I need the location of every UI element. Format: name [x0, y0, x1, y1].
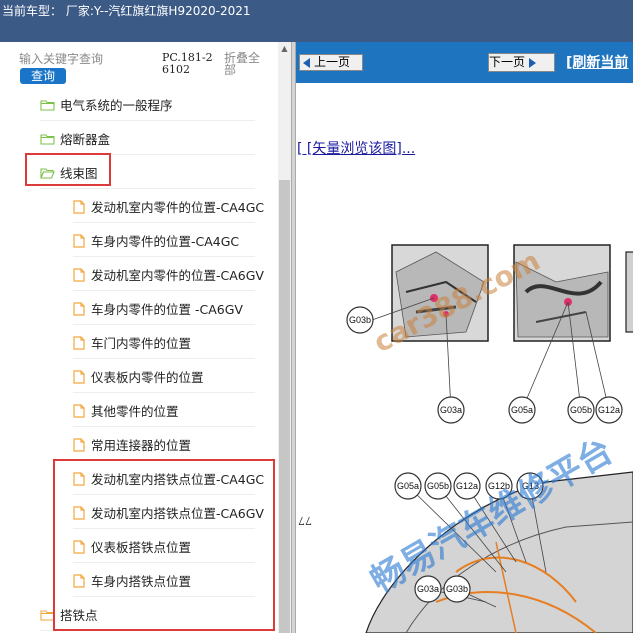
- row-divider: [40, 188, 255, 189]
- callout-g05a-top: G05a: [508, 396, 536, 424]
- svg-text:G03a: G03a: [440, 405, 462, 415]
- highlight-box-harness: [25, 153, 111, 186]
- row-divider: [40, 120, 255, 121]
- tree-item-label: 发动机室内零件的位置-CA4GC: [91, 200, 265, 215]
- header-band: [0, 22, 633, 42]
- tree-item[interactable]: 车身内零件的位置 -CA6GV: [73, 292, 255, 325]
- row-divider: [73, 426, 255, 427]
- scroll-up-icon[interactable]: ▲: [278, 44, 291, 54]
- svg-text:G03a: G03a: [417, 584, 439, 594]
- title-bar: 当前车型： 厂家:Y--汽红旗红旗H92020-2021: [0, 0, 633, 22]
- prev-page-button[interactable]: 上一页: [299, 54, 363, 71]
- collapse-all-button[interactable]: 折叠全部: [224, 52, 268, 76]
- document-icon: [73, 369, 85, 384]
- vector-view-link[interactable]: [ [矢量浏览该图]...: [297, 138, 415, 158]
- svg-text:G03b: G03b: [446, 584, 468, 594]
- document-icon: [73, 335, 85, 350]
- tree-item-label: 电气系统的一般程序: [60, 98, 173, 113]
- tree-item-label: 其他零件的位置: [91, 404, 179, 419]
- tree-item-label: 熔断器盒: [60, 132, 111, 147]
- row-divider: [73, 324, 255, 325]
- svg-text:G05b: G05b: [570, 405, 592, 415]
- search-input[interactable]: [19, 52, 155, 66]
- arrow-left-icon: [303, 57, 310, 68]
- document-icon: [73, 403, 85, 418]
- row-divider: [73, 256, 255, 257]
- navigation-pane: 查询 PC.181-26102 折叠全部 电气系统的一般程序熔断器盒线束图发动机…: [0, 42, 291, 633]
- tree-item[interactable]: 车门内零件的位置: [73, 326, 255, 359]
- callout-g05b-top: G05b: [567, 396, 595, 424]
- callout-g03a-top: G03a: [437, 396, 465, 424]
- callout-g13-bottom: G13: [516, 472, 544, 500]
- tree-item[interactable]: 车身内零件的位置-CA4GC: [73, 224, 255, 257]
- tree-item-label: 车身内零件的位置 -CA6GV: [91, 302, 243, 317]
- tree-item[interactable]: 电气系统的一般程序: [40, 88, 255, 121]
- callout-g03b-top: G03b: [346, 306, 374, 334]
- current-vehicle-label: 当前车型： 厂家:Y--汽红旗红旗H92020-2021: [2, 4, 251, 18]
- svg-text:G13: G13: [522, 481, 539, 491]
- row-divider: [73, 290, 255, 291]
- tree-item[interactable]: 发动机室内零件的位置-CA4GC: [73, 190, 264, 223]
- tree-item-label: 发动机室内零件的位置-CA6GV: [91, 268, 264, 283]
- viewer-toolbar: 上一页 下一页 [刷新当前: [296, 42, 633, 83]
- row-divider: [73, 222, 255, 223]
- svg-text:G03b: G03b: [349, 315, 371, 325]
- tree-item[interactable]: 常用连接器的位置: [73, 428, 255, 461]
- svg-text:G05b: G05b: [427, 481, 449, 491]
- engine-photo-2: [513, 244, 611, 342]
- page-number: 77: [298, 514, 312, 527]
- arrow-right-icon: [529, 57, 537, 68]
- callout-g03b-bottom: G03b: [443, 575, 471, 603]
- svg-text:G05a: G05a: [511, 405, 533, 415]
- document-icon: [73, 233, 85, 248]
- svg-text:G12a: G12a: [598, 405, 620, 415]
- callout-g03a-bottom: G03a: [414, 575, 442, 603]
- tree-scrollbar[interactable]: ▲: [278, 42, 291, 633]
- document-icon: [73, 267, 85, 282]
- engine-photo-1: [391, 244, 489, 342]
- search-row: 查询 PC.181-26102 折叠全部: [0, 42, 291, 88]
- tree-item-label: 常用连接器的位置: [91, 438, 192, 453]
- callout-g05b-bottom: G05b: [424, 472, 452, 500]
- ground-point-diagram: G03b G03a G05a G05b G12a G05a G05b G12a …: [346, 244, 633, 633]
- folder-icon: [40, 133, 55, 145]
- tree-item[interactable]: 其他零件的位置: [73, 394, 255, 427]
- scroll-thumb[interactable]: [279, 180, 290, 633]
- folder-icon: [40, 99, 55, 111]
- query-button[interactable]: 查询: [20, 68, 66, 84]
- document-icon: [73, 301, 85, 316]
- tree-item[interactable]: 发动机室内零件的位置-CA6GV: [73, 258, 264, 291]
- tree-item-label: 仪表板内零件的位置: [91, 370, 204, 385]
- callout-g12a-bottom: G12a: [453, 472, 481, 500]
- row-divider: [73, 358, 255, 359]
- row-divider: [73, 392, 255, 393]
- callout-g12b-bottom: G12b: [485, 472, 513, 500]
- svg-text:G12a: G12a: [456, 481, 478, 491]
- svg-text:G12b: G12b: [488, 481, 510, 491]
- document-icon: [73, 199, 85, 214]
- tree-item[interactable]: 熔断器盒: [40, 122, 255, 155]
- document-icon: [73, 437, 85, 452]
- tree-item-label: 车门内零件的位置: [91, 336, 192, 351]
- highlight-box-ground-points: [53, 459, 275, 631]
- document-code: PC.181-26102: [162, 51, 213, 76]
- next-page-button[interactable]: 下一页: [488, 53, 555, 72]
- tree-item-label: 车身内零件的位置-CA4GC: [91, 234, 240, 249]
- tree-item[interactable]: 仪表板内零件的位置: [73, 360, 255, 393]
- svg-text:G05a: G05a: [397, 481, 419, 491]
- callout-g12a-top: G12a: [595, 396, 623, 424]
- refresh-current-link[interactable]: [刷新当前: [566, 52, 628, 72]
- callout-g05a-bottom: G05a: [394, 472, 422, 500]
- document-viewer: 上一页 下一页 [刷新当前 [ [矢量浏览该图]... 77 G03b G03a…: [296, 42, 633, 633]
